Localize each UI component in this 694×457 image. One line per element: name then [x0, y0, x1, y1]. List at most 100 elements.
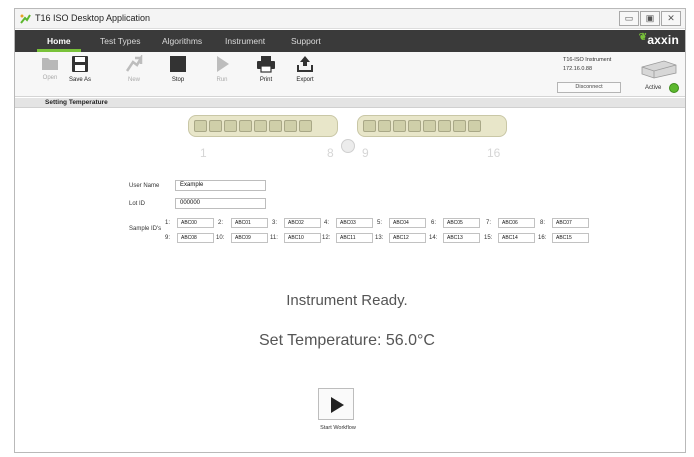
strip-well	[224, 120, 237, 132]
maximize-button[interactable]: ▣	[640, 11, 660, 26]
export-button[interactable]: Export	[290, 55, 320, 95]
start-workflow-label: Start Workflow	[320, 425, 356, 431]
tab-home[interactable]: Home	[37, 30, 81, 52]
sample-id-number: 7:	[486, 220, 492, 226]
strip-left	[188, 115, 338, 137]
minimize-button[interactable]: ▭	[619, 11, 639, 26]
instrument-info: T16-ISO Instrument 172.16.0.88	[563, 56, 611, 74]
sample-id-input[interactable]: ABC02	[284, 218, 321, 228]
strip-connector	[341, 139, 355, 153]
run-label: Run	[216, 77, 228, 83]
sample-id-input[interactable]: ABC10	[284, 233, 321, 243]
window-title: T16 ISO Desktop Application	[35, 13, 151, 23]
new-icon	[125, 55, 143, 72]
start-workflow-button[interactable]	[318, 388, 354, 420]
stop-icon	[170, 56, 186, 72]
menu-bar: Home Test Types Algorithms Instrument Su…	[15, 30, 685, 52]
sample-id-number: 2:	[218, 220, 224, 226]
sample-id-input[interactable]: ABC01	[231, 218, 268, 228]
user-name-input[interactable]: Example	[175, 180, 266, 191]
stop-button[interactable]: Stop	[163, 55, 193, 95]
user-name-label: User Name	[129, 183, 160, 189]
strip-well	[408, 120, 421, 132]
sample-id-input[interactable]: ABC14	[498, 233, 535, 243]
new-label: New	[127, 77, 140, 83]
sample-id-input[interactable]: ABC07	[552, 218, 589, 228]
sample-id-input[interactable]: ABC15	[552, 233, 589, 243]
strip-well	[423, 120, 436, 132]
active-status-label: Active	[645, 85, 662, 91]
strip-well	[299, 120, 312, 132]
sample-id-input[interactable]: ABC06	[498, 218, 535, 228]
strip-well	[453, 120, 466, 132]
printer-icon	[257, 56, 275, 73]
sample-id-number: 10:	[216, 235, 225, 241]
sample-id-input[interactable]: ABC13	[443, 233, 480, 243]
status-text: Setting Temperature	[45, 99, 108, 106]
sample-id-input[interactable]: ABC04	[389, 218, 426, 228]
sample-id-number: 13:	[375, 235, 384, 241]
open-button[interactable]: Open	[35, 55, 65, 95]
strip-label-16: 16	[487, 146, 501, 160]
sample-id-number: 11:	[270, 235, 278, 241]
strip-well	[438, 120, 451, 132]
instrument-ip: 172.16.0.88	[563, 66, 593, 72]
instrument-name: T16-ISO Instrument	[563, 57, 612, 63]
sample-id-input[interactable]: ABC12	[389, 233, 426, 243]
sample-id-input[interactable]: ABC05	[443, 218, 480, 228]
print-label: Print	[259, 77, 273, 83]
sample-id-number: 14:	[429, 235, 438, 241]
axxin-logo: ❦axxin	[638, 32, 679, 47]
sample-id-input[interactable]: ABC08	[177, 233, 214, 243]
strip-well	[393, 120, 406, 132]
sample-id-number: 12:	[322, 235, 331, 241]
strip-well	[269, 120, 282, 132]
play-icon	[217, 56, 229, 72]
instrument-device-icon	[641, 60, 677, 79]
tab-algorithms[interactable]: Algorithms	[162, 30, 202, 52]
tab-support[interactable]: Support	[291, 30, 321, 52]
sample-id-input[interactable]: ABC11	[336, 233, 373, 243]
new-button[interactable]: New	[119, 55, 149, 95]
sample-id-number: 5:	[377, 220, 383, 226]
lot-id-input[interactable]: 000000	[175, 198, 266, 209]
sample-id-number: 6:	[431, 220, 437, 226]
strip-well	[284, 120, 297, 132]
tab-test-types[interactable]: Test Types	[100, 30, 140, 52]
stop-label: Stop	[171, 77, 185, 83]
sample-id-number: 8:	[540, 220, 546, 226]
strip-label-8: 8	[327, 146, 334, 160]
sample-id-number: 9:	[165, 235, 171, 241]
strip-label-9: 9	[362, 146, 369, 160]
strip-well	[209, 120, 222, 132]
sample-id-number: 3:	[272, 220, 278, 226]
strip-right	[357, 115, 507, 137]
folder-icon	[42, 58, 58, 70]
play-icon	[331, 397, 344, 413]
lot-id-label: Lot ID	[129, 201, 146, 207]
toolbar: Open Save As New Stop Run Print Export T…	[15, 52, 685, 97]
print-button[interactable]: Print	[251, 55, 281, 95]
strip-well	[194, 120, 207, 132]
app-window: T16 ISO Desktop Application ▭ ▣ ✕ Home T…	[14, 8, 686, 453]
sample-id-number: 15:	[484, 235, 493, 241]
save-as-button[interactable]: Save As	[65, 55, 95, 95]
tab-instrument[interactable]: Instrument	[225, 30, 265, 52]
status-bar: Setting Temperature	[15, 98, 685, 108]
sample-id-input[interactable]: ABC00	[177, 218, 214, 228]
disconnect-button[interactable]: Disconnect	[557, 82, 621, 93]
export-icon	[297, 56, 313, 72]
run-button[interactable]: Run	[207, 55, 237, 95]
close-button[interactable]: ✕	[661, 11, 681, 26]
sample-ids-label: Sample ID's	[129, 226, 162, 232]
app-icon	[20, 14, 31, 24]
save-as-label: Save As	[68, 77, 91, 83]
strip-label-1: 1	[200, 146, 207, 160]
set-temperature-message: Set Temperature: 56.0°C	[259, 332, 435, 349]
save-icon	[72, 56, 88, 72]
sample-id-input[interactable]: ABC09	[231, 233, 268, 243]
sample-id-input[interactable]: ABC03	[336, 218, 373, 228]
sample-id-number: 1:	[165, 220, 171, 226]
title-bar: T16 ISO Desktop Application ▭ ▣ ✕	[15, 9, 685, 29]
strip-well	[363, 120, 376, 132]
